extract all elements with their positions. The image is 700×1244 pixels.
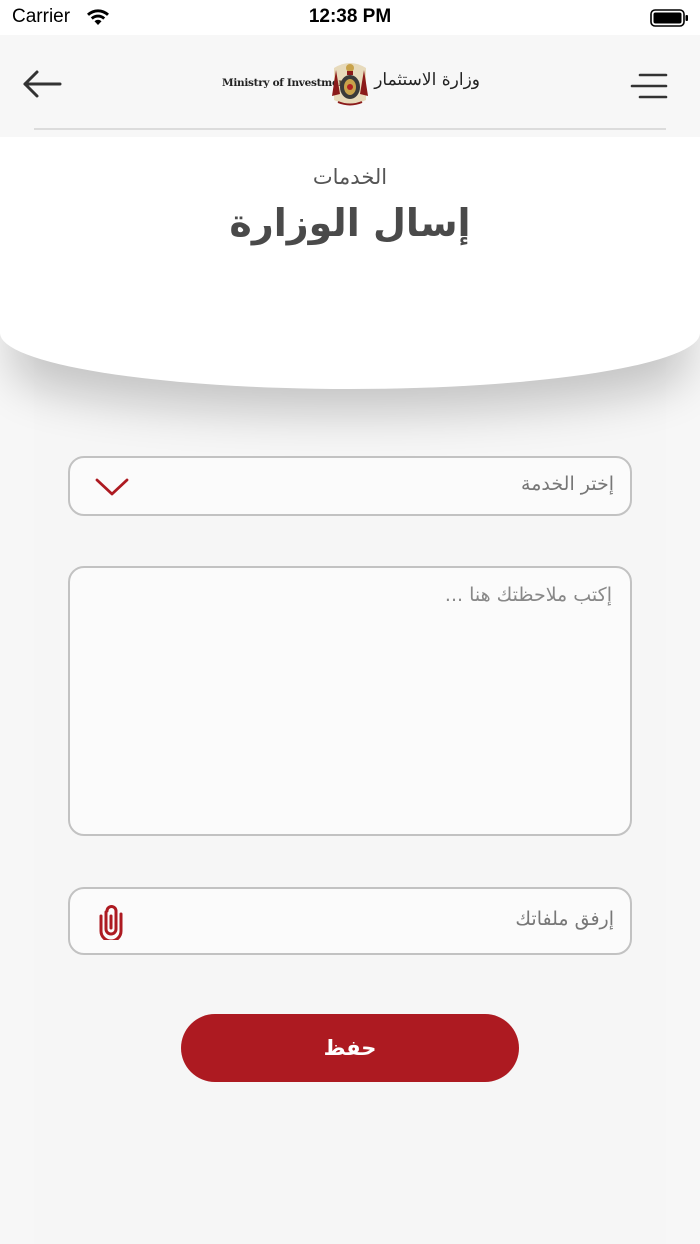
ministry-logo: Ministry of Investment وزارة الاستثمار [222,60,482,110]
service-select[interactable]: إختر الخدمة [68,456,632,516]
page-title: إسال الوزارة [229,201,471,245]
arrow-left-icon [23,70,62,98]
nav-divider [34,128,666,130]
chevron-down-icon [95,478,129,496]
section-subtitle: الخدمات [312,165,388,189]
attach-files-field[interactable]: إرفق ملفاتك [68,887,632,955]
logo-text-ar: وزارة الاستثمار [374,70,480,90]
back-button[interactable] [22,67,64,101]
menu-icon [630,73,668,99]
service-select-label: إختر الخدمة [521,473,614,495]
emblem-icon [332,63,368,106]
attach-files-label: إرفق ملفاتك [515,908,614,930]
header-card: الخدمات إسال الوزارة [0,137,700,389]
nav-bar: Ministry of Investment وزارة الاستثمار [0,35,700,135]
status-time: 12:38 PM [308,6,392,27]
logo-text-en: Ministry of Investment [222,77,351,89]
paperclip-icon [99,905,123,940]
notes-textarea[interactable] [70,568,630,834]
battery-icon [650,9,688,27]
menu-button[interactable] [626,71,670,101]
status-bar: Carrier 12:38 PM [0,0,700,35]
save-button[interactable]: حفظ [181,1014,519,1082]
notes-field [68,566,632,836]
